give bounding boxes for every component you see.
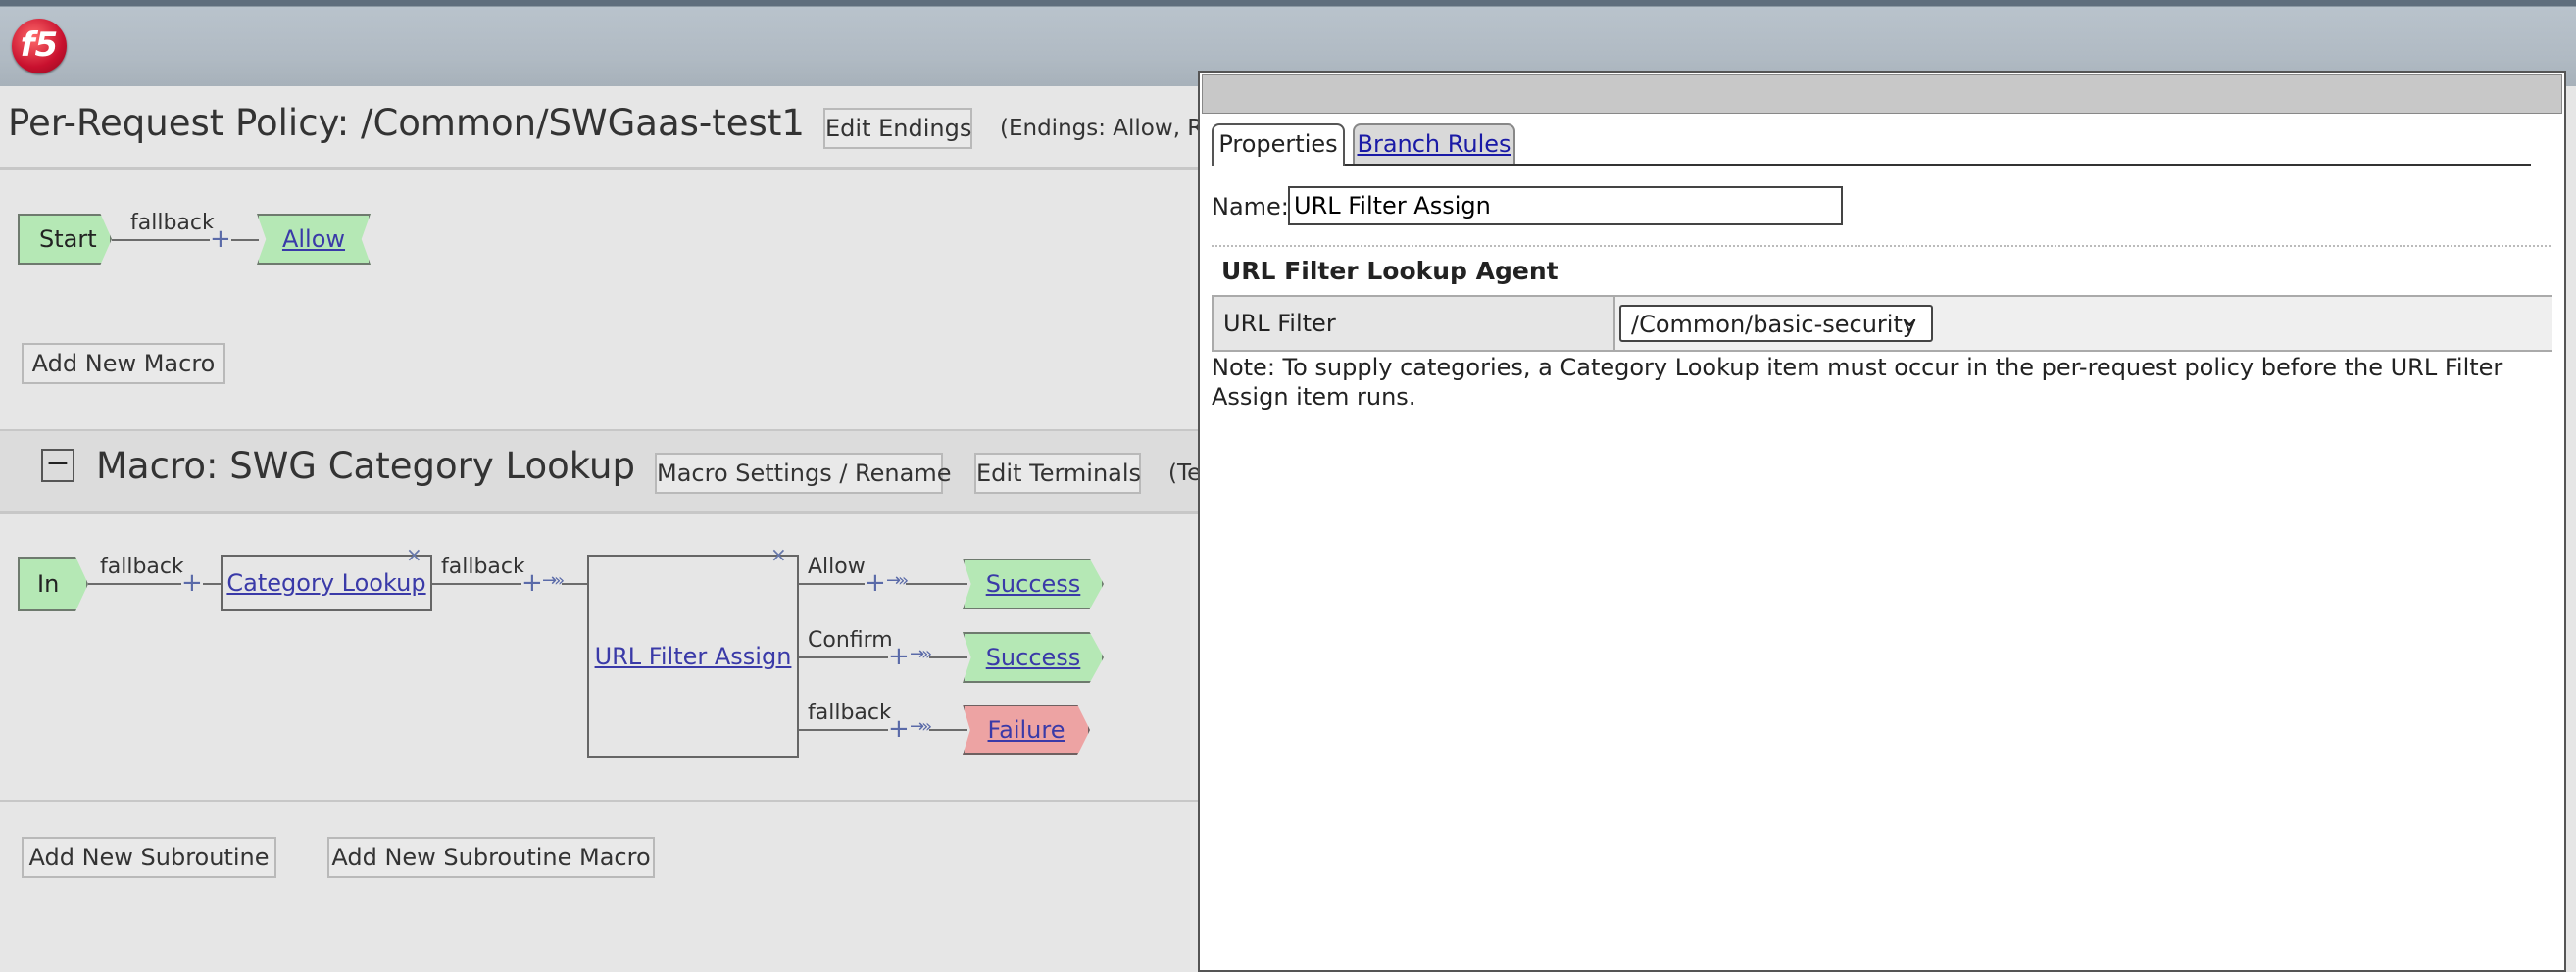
add-new-macro-button[interactable]: Add New Macro (22, 343, 225, 384)
add-item-icon[interactable]: + (888, 716, 910, 742)
connector-line (112, 239, 259, 241)
url-filter-assign-link[interactable]: URL Filter Assign (595, 643, 792, 670)
arrow-icon: →» (886, 570, 909, 591)
connector-line (799, 656, 967, 658)
fallback-label: fallback (441, 555, 525, 579)
url-filter-select[interactable]: /Common/basic-security ⌄ (1619, 301, 1933, 342)
branch-label: fallback (808, 701, 892, 725)
dialog-title-bar[interactable] (1202, 74, 2562, 114)
endings-text: (Endings: Allow, Rej (1000, 116, 1222, 141)
arrow-icon: →» (542, 570, 565, 591)
fallback-label: fallback (100, 555, 184, 579)
name-label: Name: (1212, 193, 1289, 220)
connector-line (432, 583, 587, 585)
url-filter-label: URL Filter (1223, 310, 1336, 337)
collapse-icon[interactable]: − (41, 449, 74, 482)
terminals-text: (Te (1168, 461, 1202, 486)
macro-title: Macro: SWG Category Lookup (96, 445, 635, 487)
note-text: Note: To supply categories, a Category L… (1212, 354, 2503, 411)
arrow-icon: →» (910, 644, 932, 664)
delete-icon[interactable]: × (406, 543, 422, 566)
success-ending-link[interactable]: Success (986, 570, 1081, 598)
add-item-icon[interactable]: + (521, 570, 543, 596)
add-item-icon[interactable]: + (210, 226, 231, 252)
divider (0, 167, 1198, 170)
category-lookup-link[interactable]: Category Lookup (226, 569, 425, 597)
allow-ending-link[interactable]: Allow (282, 225, 345, 253)
section-heading: URL Filter Lookup Agent (1221, 257, 1559, 285)
allow-ending[interactable]: Allow (257, 214, 371, 265)
chevron-down-icon: ⌄ (1898, 301, 1921, 333)
tab-properties[interactable]: Properties (1212, 123, 1345, 166)
delete-icon[interactable]: × (770, 543, 787, 566)
success-ending-link[interactable]: Success (986, 644, 1081, 671)
add-item-icon[interactable]: + (865, 570, 886, 596)
macro-settings-button[interactable]: Macro Settings / Rename (655, 453, 951, 494)
in-node: In (18, 557, 88, 611)
success-ending[interactable]: Success (963, 559, 1104, 609)
policy-title: Per-Request Policy: /Common/SWGaas-test1 (8, 102, 805, 144)
success-ending[interactable]: Success (963, 632, 1104, 683)
add-new-subroutine-macro-button[interactable]: Add New Subroutine Macro (327, 837, 655, 878)
branch-label: Confirm (808, 628, 893, 653)
branch-label: Allow (808, 555, 866, 579)
tab-branch-rules-link[interactable]: Branch Rules (1357, 130, 1511, 158)
connector-line (799, 729, 967, 731)
category-lookup-node[interactable]: Category Lookup (221, 555, 432, 611)
arrow-icon: →» (910, 716, 932, 737)
edit-terminals-button[interactable]: Edit Terminals (974, 453, 1141, 494)
tab-branch-rules[interactable]: Branch Rules (1353, 123, 1515, 164)
divider (0, 511, 1198, 514)
f5-logo: f5 (12, 19, 67, 73)
failure-ending-link[interactable]: Failure (988, 716, 1065, 744)
add-item-icon[interactable]: + (888, 644, 910, 669)
fallback-label: fallback (130, 211, 215, 235)
add-new-subroutine-button[interactable]: Add New Subroutine (22, 837, 276, 878)
section-divider (1212, 245, 2551, 247)
url-filter-assign-node[interactable]: URL Filter Assign (587, 555, 799, 758)
edit-endings-button[interactable]: Edit Endings (823, 108, 972, 149)
add-item-icon[interactable]: + (181, 570, 203, 596)
divider (0, 800, 1198, 802)
start-node: Start (18, 214, 112, 265)
name-input[interactable] (1288, 186, 1843, 225)
tab-underline (1214, 164, 2531, 166)
url-filter-select-value: /Common/basic-security (1631, 311, 1917, 338)
failure-ending[interactable]: Failure (963, 705, 1090, 755)
